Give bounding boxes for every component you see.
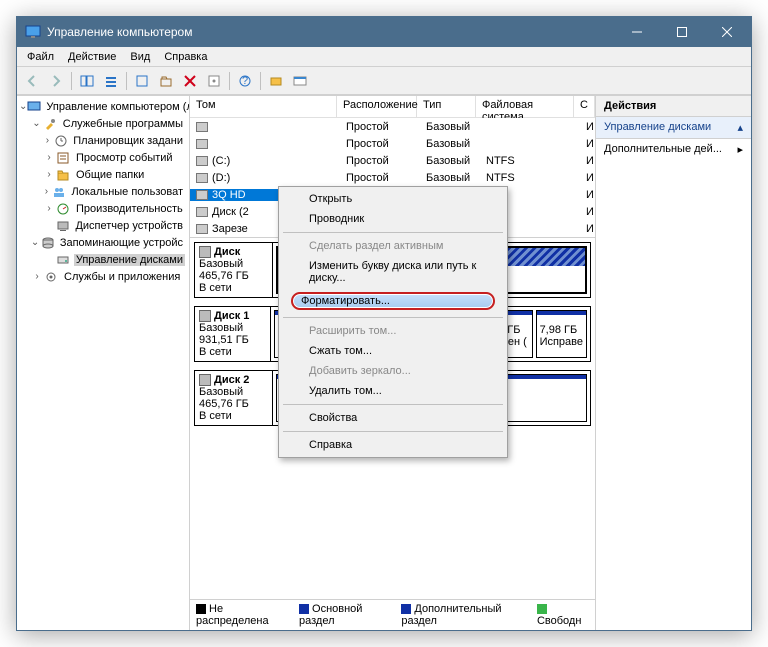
tree-storage[interactable]: ⌄Запоминающие устройс <box>19 234 187 251</box>
toolbar-btn-1[interactable] <box>76 70 98 92</box>
toolbar-btn-9[interactable] <box>289 70 311 92</box>
app-icon <box>25 24 41 40</box>
disk-icon <box>199 310 211 322</box>
perf-icon <box>55 201 71 217</box>
storage-icon <box>41 235 55 251</box>
device-icon <box>55 218 71 234</box>
nav-back-icon <box>21 70 43 92</box>
nav-fwd-icon <box>45 70 67 92</box>
toolbar-btn-4[interactable] <box>155 70 177 92</box>
ctx-active: Сделать раздел активным <box>281 236 505 256</box>
svg-text:?: ? <box>242 75 248 87</box>
ctx-format[interactable]: Форматировать... <box>281 288 505 314</box>
disk-info: Диск 1 Базовый 931,51 ГБ В сети <box>195 307 271 361</box>
volume-list-header: Том Расположение Тип Файловая система С <box>190 96 595 118</box>
actions-title: Действия <box>596 96 751 117</box>
chevron-right-icon: ▸ <box>737 143 743 156</box>
col-volume[interactable]: Том <box>190 96 337 117</box>
legend: Не распределена Основной раздел Дополнит… <box>190 599 595 630</box>
tree-scheduler[interactable]: ›Планировщик задани <box>19 132 187 149</box>
services-icon <box>43 269 59 285</box>
drive-icon <box>196 156 208 166</box>
tree-perf[interactable]: ›Производительность <box>19 200 187 217</box>
actions-panel: Действия Управление дисками▴ Дополнитель… <box>596 96 751 630</box>
minimize-button[interactable] <box>614 17 659 47</box>
tree-utilities[interactable]: ⌄Служебные программы <box>19 115 187 132</box>
refresh-icon[interactable] <box>131 70 153 92</box>
tree-shared[interactable]: ›Общие папки <box>19 166 187 183</box>
tree-root[interactable]: ⌄Управление компьютером (л <box>19 98 187 115</box>
col-fs[interactable]: Файловая система <box>476 96 574 117</box>
collapse-icon: ▴ <box>737 121 743 134</box>
events-icon <box>55 150 71 166</box>
disk-icon <box>55 252 71 268</box>
actions-group[interactable]: Управление дисками▴ <box>596 117 751 139</box>
tree-users[interactable]: ›Локальные пользоват <box>19 183 187 200</box>
menu-action[interactable]: Действие <box>62 49 122 65</box>
drive-icon <box>196 207 208 217</box>
drive-icon <box>196 190 208 200</box>
close-button[interactable] <box>704 17 749 47</box>
volume-row[interactable]: ПростойБазовыйИ <box>190 135 595 152</box>
menu-help[interactable]: Справка <box>158 49 213 65</box>
toolbar-btn-8[interactable] <box>265 70 287 92</box>
menubar: Файл Действие Вид Справка <box>17 47 751 67</box>
toolbar: ? <box>17 67 751 95</box>
users-icon <box>52 184 67 200</box>
volume-row[interactable]: (C:)ПростойБазовыйNTFSИ <box>190 152 595 169</box>
ctx-open[interactable]: Открыть <box>281 189 505 209</box>
titlebar: Управление компьютером <box>17 17 751 47</box>
toolbar-btn-2[interactable] <box>100 70 122 92</box>
ctx-extend: Расширить том... <box>281 321 505 341</box>
disk-info: Диск Базовый 465,76 ГБ В сети <box>195 243 273 297</box>
tree-diskmgmt[interactable]: Управление дисками <box>19 251 187 268</box>
ctx-shrink[interactable]: Сжать том... <box>281 341 505 361</box>
computer-icon <box>27 99 41 115</box>
ctx-change-letter[interactable]: Изменить букву диска или путь к диску... <box>281 256 505 288</box>
actions-more[interactable]: Дополнительные дей...▸ <box>596 139 751 160</box>
folder-icon <box>55 167 71 183</box>
ctx-help[interactable]: Справка <box>281 435 505 455</box>
drive-icon <box>196 224 208 234</box>
volume-row[interactable]: (D:)ПростойБазовыйNTFSИ <box>190 169 595 186</box>
ctx-explorer[interactable]: Проводник <box>281 209 505 229</box>
clock-icon <box>53 133 68 149</box>
ctx-props[interactable]: Свойства <box>281 408 505 428</box>
col-layout[interactable]: Расположение <box>337 96 417 117</box>
col-status[interactable]: С <box>574 96 595 117</box>
properties-icon[interactable] <box>203 70 225 92</box>
volume-box[interactable]: 7,98 ГБИсправе <box>536 310 587 358</box>
delete-icon[interactable] <box>179 70 201 92</box>
drive-icon <box>196 139 208 149</box>
context-menu: Открыть Проводник Сделать раздел активны… <box>278 186 508 458</box>
disk-info: Диск 2 Базовый 465,76 ГБ В сети <box>195 371 273 425</box>
tools-icon <box>42 116 58 132</box>
disk-icon <box>199 246 211 258</box>
tree-events[interactable]: ›Просмотр событий <box>19 149 187 166</box>
window-title: Управление компьютером <box>47 25 614 39</box>
ctx-mirror: Добавить зеркало... <box>281 361 505 381</box>
maximize-button[interactable] <box>659 17 704 47</box>
menu-view[interactable]: Вид <box>124 49 156 65</box>
drive-icon <box>196 173 208 183</box>
volume-row[interactable]: ПростойБазовыйИ <box>190 118 595 135</box>
tree-services[interactable]: ›Службы и приложения <box>19 268 187 285</box>
col-type[interactable]: Тип <box>417 96 476 117</box>
tree-devmgr[interactable]: Диспетчер устройств <box>19 217 187 234</box>
drive-icon <box>196 122 208 132</box>
help-icon[interactable]: ? <box>234 70 256 92</box>
disk-icon <box>199 374 211 386</box>
ctx-delete[interactable]: Удалить том... <box>281 381 505 401</box>
tree-panel: ⌄Управление компьютером (л ⌄Служебные пр… <box>17 96 190 630</box>
menu-file[interactable]: Файл <box>21 49 60 65</box>
